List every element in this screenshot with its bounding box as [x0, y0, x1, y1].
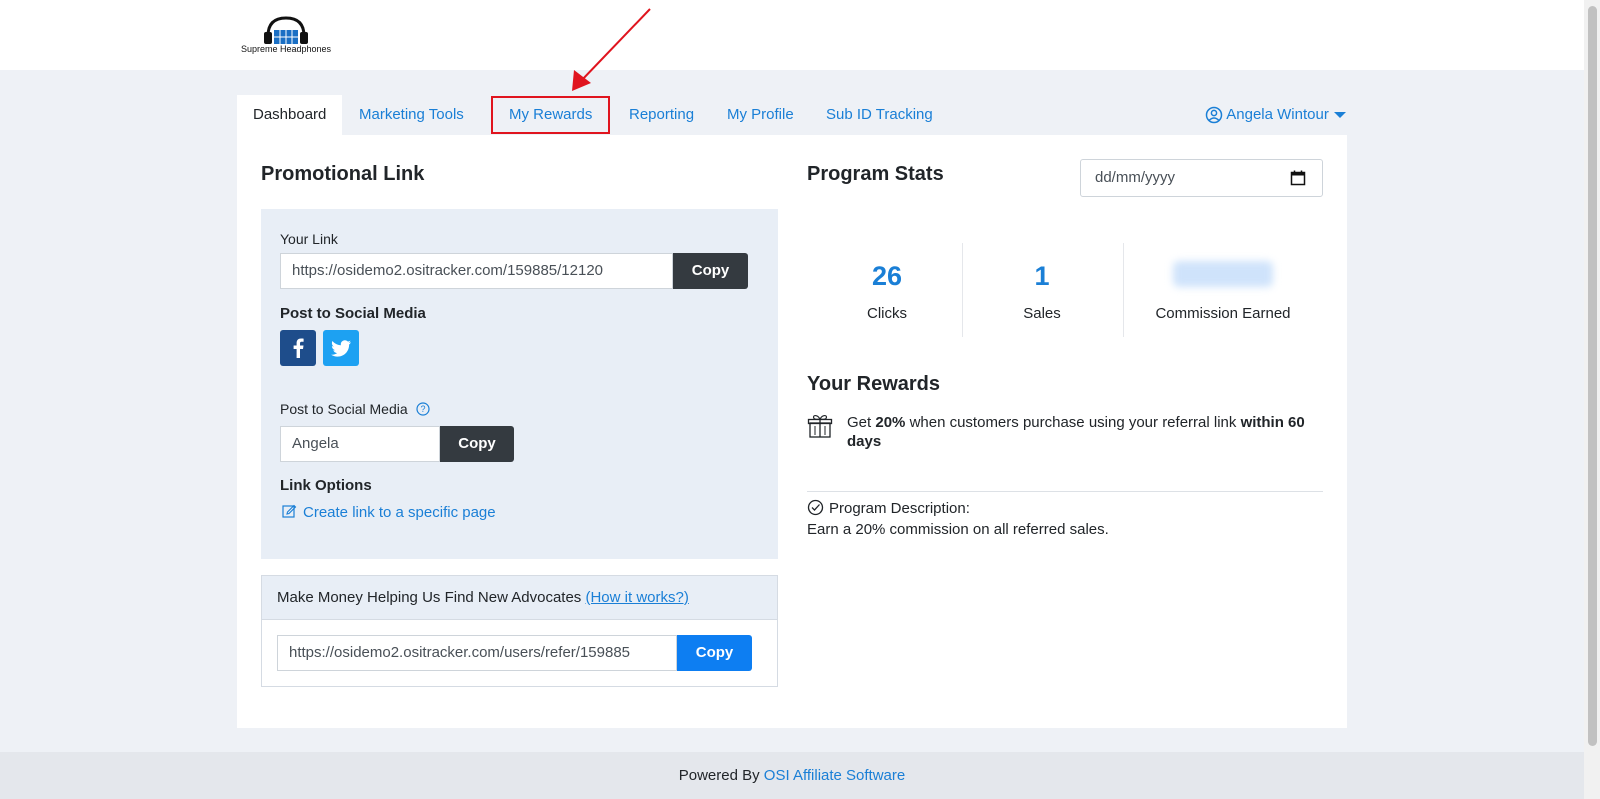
calendar-icon[interactable]	[1290, 170, 1306, 186]
program-description-label: Program Description:	[807, 499, 970, 517]
stat-commission-value	[1123, 261, 1323, 297]
your-link-label: Your Link	[280, 231, 338, 247]
stat-sales-value: 1	[1034, 261, 1050, 291]
create-link-label: Create link to a specific page	[303, 504, 496, 521]
your-link-input[interactable]: https://osidemo2.ositracker.com/159885/1…	[280, 253, 673, 289]
link-options-heading: Link Options	[280, 477, 372, 494]
twitter-icon	[331, 340, 351, 357]
program-description-text: Earn a 20% commission on all referred sa…	[807, 521, 1109, 538]
reward-description: Get 20% when customers purchase using yo…	[847, 413, 1317, 451]
twitter-share-button[interactable]	[323, 330, 359, 366]
your-rewards-title: Your Rewards	[807, 373, 940, 395]
dashboard-card: Promotional Link Your Link https://oside…	[237, 135, 1347, 728]
footer-prefix: Powered By	[678, 767, 760, 784]
stat-clicks: 26 Clicks	[807, 243, 967, 337]
tab-my-profile[interactable]: My Profile	[711, 95, 810, 135]
referral-link-input[interactable]: https://osidemo2.ositracker.com/users/re…	[277, 635, 677, 671]
stat-sales: 1 Sales	[962, 243, 1122, 337]
copy-link-button[interactable]: Copy	[673, 253, 748, 289]
how-it-works-link[interactable]: (How it works?)	[585, 589, 688, 606]
social-heading: Post to Social Media	[280, 305, 426, 322]
reward-percent: 20%	[875, 414, 906, 431]
social-field-label: Post to Social Media ?	[280, 401, 430, 417]
program-stats-title: Program Stats	[807, 163, 944, 185]
blurred-amount	[1173, 261, 1273, 287]
vertical-scrollbar[interactable]	[1584, 0, 1600, 799]
reward-text-get: Get	[847, 414, 872, 431]
user-menu[interactable]: Angela Wintour	[1205, 95, 1347, 135]
user-circle-icon	[1205, 106, 1223, 124]
user-name: Angela Wintour	[1226, 106, 1329, 123]
stat-sales-label: Sales	[1023, 305, 1061, 322]
stat-commission-label: Commission Earned	[1155, 305, 1291, 322]
edit-icon	[282, 504, 297, 518]
facebook-share-button[interactable]	[280, 330, 316, 366]
brand-name: Supreme Headphones	[240, 44, 332, 54]
tab-reporting[interactable]: Reporting	[613, 95, 710, 135]
referral-heading-text: Make Money Helping Us Find New Advocates	[277, 589, 582, 606]
check-circle-icon	[807, 499, 824, 516]
copy-referral-button[interactable]: Copy	[677, 635, 752, 671]
divider	[807, 491, 1323, 492]
help-icon[interactable]: ?	[415, 402, 430, 416]
main-nav: Dashboard Marketing Tools My Rewards Rep…	[237, 95, 1347, 135]
stat-clicks-label: Clicks	[867, 305, 907, 322]
headphones-logo-icon	[264, 16, 308, 44]
tab-my-rewards[interactable]: My Rewards	[491, 96, 611, 134]
copy-social-button[interactable]: Copy	[440, 426, 514, 462]
social-handle-input[interactable]: Angela	[280, 426, 440, 462]
referral-heading: Make Money Helping Us Find New Advocates…	[262, 576, 777, 620]
brand-logo[interactable]: Supreme Headphones	[238, 16, 334, 56]
referral-panel: Make Money Helping Us Find New Advocates…	[261, 575, 778, 687]
top-header: Supreme Headphones	[0, 0, 1584, 70]
promotional-link-panel: Your Link https://osidemo2.ositracker.co…	[261, 209, 778, 559]
tab-marketing-tools[interactable]: Marketing Tools	[343, 95, 480, 135]
footer-link[interactable]: OSI Affiliate Software	[764, 767, 905, 784]
program-description-label-text: Program Description:	[829, 500, 970, 517]
stat-commission: Commission Earned	[1123, 243, 1323, 337]
tab-dashboard[interactable]: Dashboard	[237, 95, 343, 135]
date-filter-input[interactable]: dd/mm/yyyy	[1080, 159, 1323, 197]
social-field-label-text: Post to Social Media	[280, 401, 408, 417]
stat-clicks-value: 26	[871, 261, 903, 291]
scrollbar-thumb[interactable]	[1588, 6, 1597, 746]
tab-sub-id-tracking[interactable]: Sub ID Tracking	[810, 95, 949, 135]
date-placeholder: dd/mm/yyyy	[1095, 169, 1176, 186]
svg-text:?: ?	[420, 404, 425, 414]
facebook-icon	[293, 338, 304, 358]
caret-down-icon	[1334, 112, 1346, 119]
gift-icon	[807, 414, 833, 438]
promotional-link-title: Promotional Link	[261, 163, 425, 185]
footer: Powered By OSI Affiliate Software	[0, 752, 1584, 799]
reward-text-middle: when customers purchase using your refer…	[909, 414, 1237, 431]
create-link-button[interactable]: Create link to a specific page	[282, 504, 496, 521]
